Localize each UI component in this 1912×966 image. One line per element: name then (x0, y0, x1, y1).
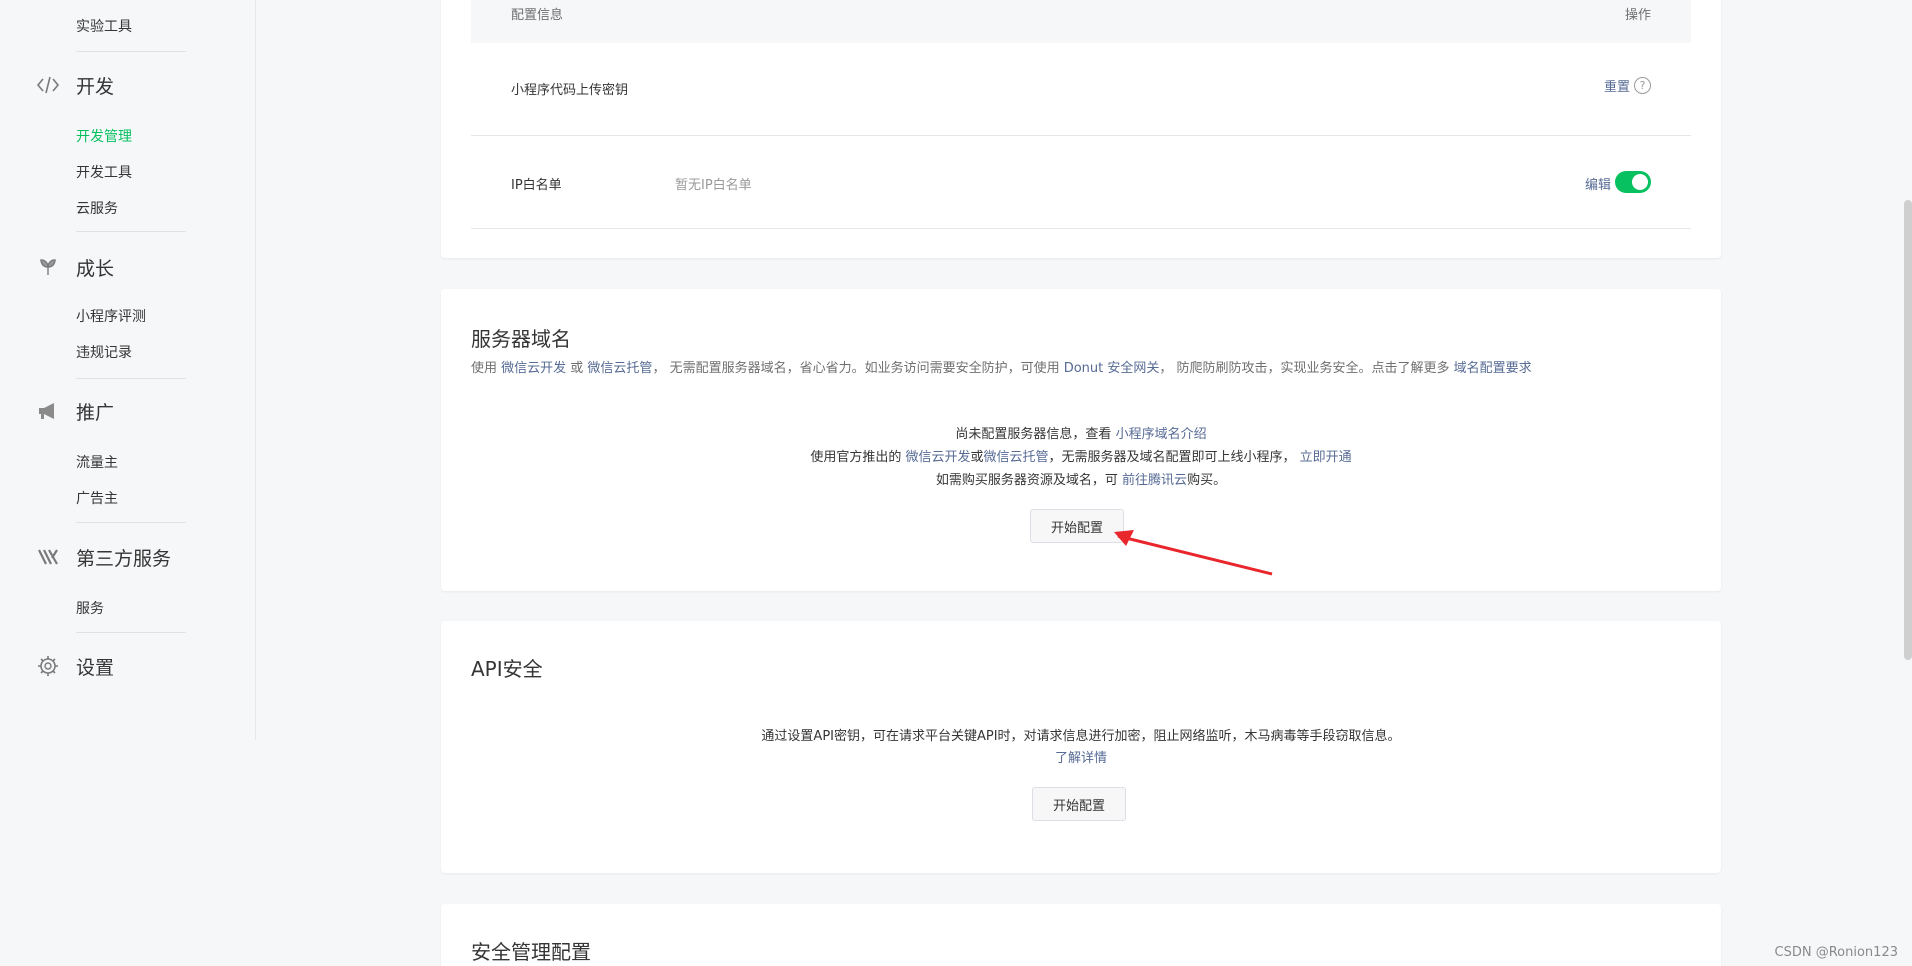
sidebar-divider (76, 51, 186, 52)
sidebar-item-traffic-owner[interactable]: 流量主 (76, 452, 118, 472)
wx-cloud-hosting-link[interactable]: 微信云托管 (587, 361, 652, 376)
sidebar-group-label: 成长 (76, 257, 115, 280)
desc-text: 使用 (471, 361, 502, 376)
sidebar-group-promotion[interactable]: 推广 (36, 396, 114, 426)
sidebar-divider (76, 378, 186, 379)
not-configured-line: 尚未配置服务器信息，查看 小程序域名介绍 (441, 423, 1721, 442)
header-operation: 操作 (1624, 8, 1651, 23)
sidebar-item-dev-management[interactable]: 开发管理 (76, 126, 132, 146)
sidebar-group-dev[interactable]: 开发 (36, 70, 114, 100)
sidebar-group-label: 设置 (76, 656, 115, 679)
megaphone-icon (36, 399, 60, 423)
config-table-header: 配置信息 操作 (471, 0, 1691, 43)
sidebar-item-lab-tools[interactable]: 实验工具 (76, 16, 132, 36)
annotation-arrow (1114, 530, 1273, 576)
learn-more-link[interactable]: 了解详情 (1055, 751, 1107, 766)
sidebar-divider (76, 632, 186, 633)
start-config-button[interactable]: 开始配置 (1032, 787, 1127, 821)
card-title: 安全管理配置 (471, 940, 591, 964)
row-actions: 重置 ? (1604, 76, 1651, 95)
sidebar-item-violations[interactable]: 违规记录 (76, 342, 132, 362)
desc-text: ， 无需配置服务器域名，省心省力。如业务访问需要安全防护，可使用 (652, 361, 1064, 376)
line-text: 购买。 (1187, 473, 1227, 488)
ip-whitelist-empty: 暂无IP白名单 (675, 178, 752, 193)
sidebar-item-dev-tools[interactable]: 开发工具 (76, 162, 132, 182)
sidebar-divider (76, 522, 186, 523)
code-icon (36, 73, 60, 97)
help-icon[interactable]: ? (1634, 77, 1651, 94)
scrollbar[interactable] (1904, 200, 1912, 660)
security-management-card: 安全管理配置 (441, 904, 1721, 966)
sidebar-item-advertiser[interactable]: 广告主 (76, 488, 118, 508)
wx-cloud-hosting-link[interactable]: 微信云托管 (984, 450, 1049, 465)
card-description: 使用 微信云开发 或 微信云托管， 无需配置服务器域名，省心省力。如业务访问需要… (471, 357, 1532, 376)
sidebar-item-service[interactable]: 服务 (76, 598, 104, 618)
sidebar-group-label: 推广 (76, 401, 115, 424)
sidebar-divider (76, 231, 186, 232)
sidebar-item-evaluation[interactable]: 小程序评测 (76, 306, 146, 326)
line-text: 或 (970, 450, 984, 465)
card-title: API安全 (471, 657, 543, 681)
card-title: 服务器域名 (471, 327, 571, 351)
enable-now-link[interactable]: 立即开通 (1300, 450, 1352, 465)
official-service-line: 使用官方推出的 微信云开发或微信云托管，无需服务器及域名配置即可上线小程序， 立… (441, 446, 1721, 465)
table-row: IP白名单 暂无IP白名单 编辑 (471, 136, 1691, 229)
learn-more-line: 了解详情 (441, 747, 1721, 766)
sidebar-group-growth[interactable]: 成长 (36, 252, 114, 282)
domain-requirements-link[interactable]: 域名配置要求 (1454, 361, 1532, 376)
header-config-info: 配置信息 (511, 8, 564, 23)
watermark: CSDN @Ronion123 (1774, 945, 1898, 960)
donut-gateway-link[interactable]: Donut 安全网关 (1064, 361, 1160, 376)
tencent-cloud-link[interactable]: 前往腾讯云 (1122, 473, 1187, 488)
sprout-icon (36, 255, 60, 279)
server-domain-card: 服务器域名 使用 微信云开发 或 微信云托管， 无需配置服务器域名，省心省力。如… (441, 289, 1721, 591)
ip-whitelist-toggle[interactable] (1615, 171, 1651, 193)
sidebar-group-label: 开发 (76, 75, 115, 98)
sidebar-group-settings[interactable]: 设置 (36, 651, 114, 681)
line-text: 尚未配置服务器信息，查看 (955, 427, 1116, 442)
reset-link[interactable]: 重置 (1604, 76, 1630, 95)
wx-cloud-dev-link[interactable]: 微信云开发 (501, 361, 566, 376)
config-card: 配置信息 操作 小程序代码上传密钥 重置 ? IP白名单 暂无IP白名单 编辑 (441, 0, 1721, 258)
line-text: 使用官方推出的 (810, 450, 906, 465)
wx-cloud-dev-link[interactable]: 微信云开发 (905, 450, 970, 465)
desc-text: ， 防爬防刷防攻击，实现业务安全。点击了解更多 (1159, 361, 1454, 376)
sidebar-group-label: 第三方服务 (76, 547, 172, 570)
line-text: ，无需服务器及域名配置即可上线小程序， (1048, 450, 1300, 465)
purchase-line: 如需购买服务器资源及域名，可 前往腾讯云购买。 (441, 469, 1721, 488)
third-party-icon (36, 545, 60, 569)
edit-link[interactable]: 编辑 (1585, 174, 1611, 193)
sidebar-group-third-party[interactable]: 第三方服务 (36, 542, 171, 572)
api-description: 通过设置API密钥，可在请求平台关键API时，对请求信息进行加密，阻止网络监听，… (761, 729, 1401, 744)
gear-icon (36, 654, 60, 678)
line-text: 如需购买服务器资源及域名，可 (935, 473, 1123, 488)
row-label: IP白名单 (511, 178, 562, 193)
domain-intro-link[interactable]: 小程序域名介绍 (1116, 427, 1207, 442)
sidebar-item-cloud-service[interactable]: 云服务 (76, 198, 118, 218)
sidebar: 实验工具 开发 开发管理 开发工具 云服务 成长 小程序评测 违规记录 推广 流… (0, 0, 256, 740)
api-security-card: API安全 通过设置API密钥，可在请求平台关键API时，对请求信息进行加密，阻… (441, 621, 1721, 873)
row-label: 小程序代码上传密钥 (511, 83, 629, 98)
table-row: 小程序代码上传密钥 重置 ? (471, 43, 1691, 136)
desc-text: 或 (566, 361, 588, 376)
